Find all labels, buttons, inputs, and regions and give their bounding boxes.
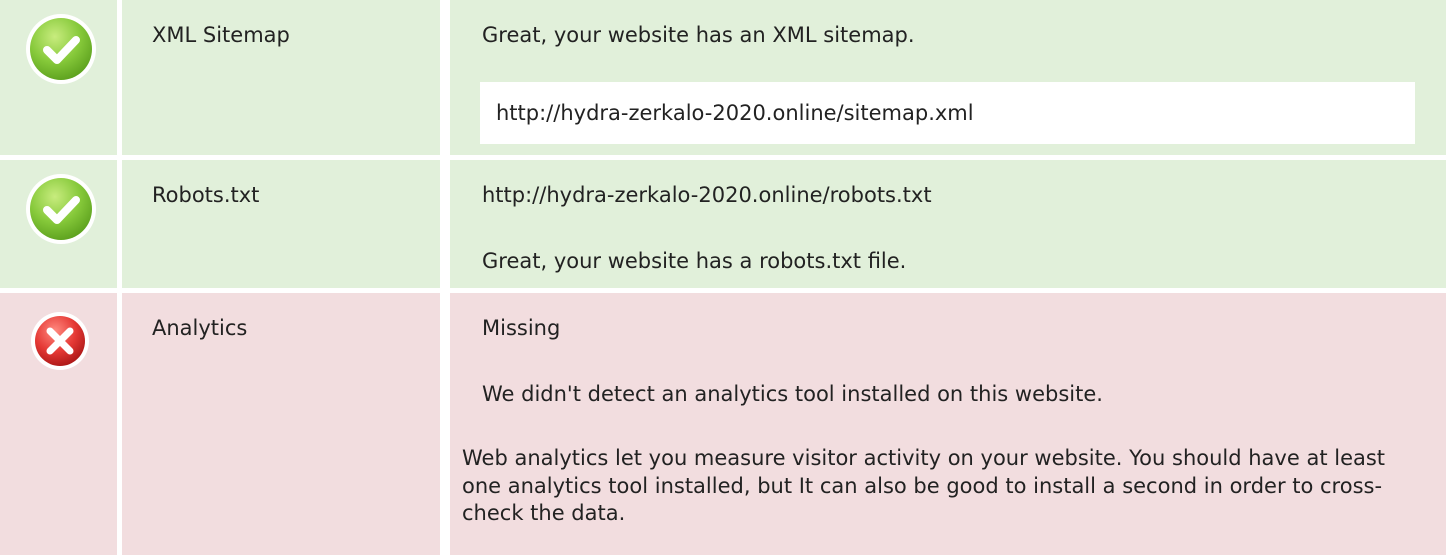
report-row-xml-sitemap: XML Sitemap Great, your website has an X… (0, 0, 1446, 155)
report-row-analytics: Analytics Missing We didn't detect an an… (0, 293, 1446, 555)
report-row-robots-txt: Robots.txt http://hydra-zerkalo-2020.onl… (0, 160, 1446, 288)
result-message: Great, your website has an XML sitemap. (482, 23, 915, 47)
check-label-cell: Analytics (122, 293, 440, 555)
check-result-cell: http://hydra-zerkalo-2020.online/robots.… (450, 160, 1446, 288)
check-label: Robots.txt (152, 183, 260, 207)
status-cell (0, 0, 117, 155)
check-result-cell: Missing We didn't detect an analytics to… (450, 293, 1446, 555)
status-cell (0, 160, 117, 288)
sitemap-url-box: http://hydra-zerkalo-2020.online/sitemap… (480, 82, 1415, 144)
result-message: We didn't detect an analytics tool insta… (482, 382, 1103, 406)
analytics-description: Web analytics let you measure visitor ac… (462, 446, 1386, 525)
check-result-cell: Great, your website has an XML sitemap. … (450, 0, 1446, 155)
sitemap-url[interactable]: http://hydra-zerkalo-2020.online/sitemap… (496, 100, 974, 126)
check-circle-icon (24, 172, 98, 246)
check-label-cell: Robots.txt (122, 160, 440, 288)
robots-url[interactable]: http://hydra-zerkalo-2020.online/robots.… (482, 182, 932, 208)
check-label: XML Sitemap (152, 23, 290, 47)
error-circle-icon (30, 311, 90, 371)
check-label-cell: XML Sitemap (122, 0, 440, 155)
seo-report-table: XML Sitemap Great, your website has an X… (0, 0, 1446, 555)
check-label: Analytics (152, 316, 248, 340)
check-circle-icon (24, 12, 98, 86)
status-text: Missing (482, 316, 561, 340)
status-cell (0, 293, 117, 555)
result-message: Great, your website has a robots.txt fil… (482, 249, 907, 273)
